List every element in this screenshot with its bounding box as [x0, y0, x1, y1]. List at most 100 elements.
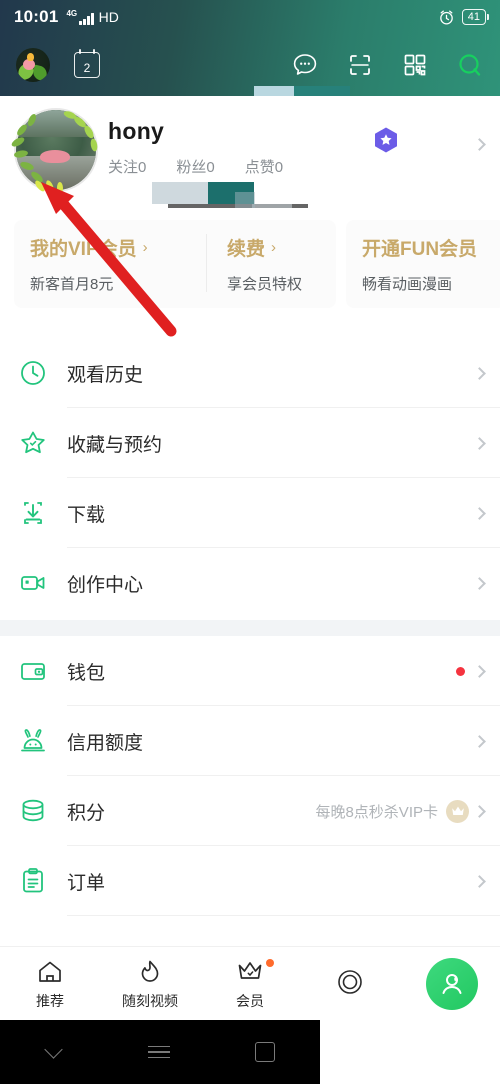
vip-card-subtitle: 畅看动画漫画 [362, 276, 453, 293]
vip-star-badge-icon[interactable] [373, 126, 399, 154]
tab-recommend[interactable]: 推荐 [0, 957, 100, 1011]
menu-group-primary: 观看历史 收藏与预约 下载 创作中心 [0, 338, 500, 618]
battery-level: 41 [461, 9, 489, 25]
menu-item-wallet[interactable]: 钱包 [0, 636, 500, 706]
menu-item-credit-limit[interactable]: 信用额度 [0, 706, 500, 776]
crown-icon [238, 961, 262, 979]
nav-back-button[interactable] [0, 1040, 106, 1059]
redaction-block [152, 182, 208, 204]
vip-cards-row: 我的VIP会员 › 新客首月8元 续费 › 享会员特权 开通FUN会员 畅看动画… [0, 208, 500, 330]
message-icon[interactable] [291, 51, 319, 79]
profile-username: hony [108, 118, 165, 144]
square-icon [255, 1042, 275, 1062]
vip-card-fun[interactable]: 开通FUN会员 畅看动画漫画 [346, 220, 500, 308]
chevron-right-icon [473, 734, 486, 748]
chevron-down-icon [43, 1040, 63, 1059]
coins-icon [22, 799, 44, 822]
network-type-label: 4G [66, 8, 78, 18]
android-nav-bar [0, 1020, 320, 1084]
menu-item-label: 收藏与预约 [67, 434, 163, 456]
hd-label: HD [98, 9, 119, 25]
vip-my-member[interactable]: 我的VIP会员 › 新客首月8元 [30, 234, 206, 308]
crown-badge-icon [446, 799, 469, 823]
tab-label: 推荐 [36, 992, 64, 1009]
status-time: 10:01 [14, 7, 59, 26]
nav-menu-button[interactable] [106, 1042, 212, 1063]
clock-icon [21, 361, 45, 385]
bottom-tab-bar: 推荐 随刻视频 会员 [0, 946, 500, 1020]
chevron-right-icon: › [142, 239, 148, 256]
menu-item-label: 订单 [67, 872, 106, 894]
profile-section[interactable]: hony 关注0 粉丝0 点赞0 [0, 96, 500, 252]
scan-icon[interactable] [346, 51, 374, 79]
tab-discover[interactable] [300, 958, 400, 1010]
menu-item-points[interactable]: 积分 每晚8点秒杀VIP卡 [0, 776, 500, 846]
tab-membership[interactable]: 会员 [200, 957, 300, 1011]
calendar-icon[interactable]: 2 [74, 49, 100, 78]
vip-renew[interactable]: 续费 › 享会员特权 [227, 234, 302, 308]
section-divider [0, 620, 500, 636]
menu-item-orders[interactable]: 订单 [0, 846, 500, 916]
menu-item-label: 下载 [67, 504, 106, 526]
vip-card-subtitle: 享会员特权 [227, 276, 303, 293]
chevron-right-icon [473, 366, 486, 380]
tab-label: 随刻视频 [122, 992, 178, 1009]
vip-card-title: 续费 [227, 239, 266, 260]
redaction-block [294, 86, 350, 96]
download-icon [24, 502, 42, 524]
profile-chevron-icon[interactable] [473, 138, 486, 151]
calendar-day-label: 2 [83, 61, 91, 75]
redaction-block [254, 86, 294, 96]
wallet-notification-dot [456, 666, 465, 676]
menu-item-label: 钱包 [67, 662, 106, 684]
profile-avatar[interactable] [14, 108, 98, 192]
menu-item-watch-history[interactable]: 观看历史 [0, 338, 500, 408]
profile-stats: 关注0 粉丝0 点赞0 [108, 156, 313, 177]
video-camera-icon [21, 576, 45, 590]
stat-fans[interactable]: 粉丝0 [176, 156, 214, 177]
chevron-right-icon [473, 436, 486, 450]
stat-likes[interactable]: 点赞0 [245, 156, 283, 177]
wallet-icon [21, 663, 45, 680]
nav-bar-filler [320, 1020, 500, 1084]
tab-label: 会员 [236, 992, 264, 1009]
menu-group-secondary: 钱包 信用额度 积分 每晚8点秒杀VIP卡 订单 [0, 636, 500, 916]
phone-screen: 10:01 4G HD 41 2 hony 关注0 粉丝0 点赞0 我的VIP会… [0, 0, 500, 1084]
chevron-right-icon [473, 664, 486, 678]
qrcode-icon[interactable] [401, 51, 429, 79]
vip-card-primary[interactable]: 我的VIP会员 › 新客首月8元 续费 › 享会员特权 [14, 220, 336, 308]
vip-card-title: 开通FUN会员 [362, 239, 478, 260]
menu-item-downloads[interactable]: 下载 [0, 478, 500, 548]
menu-item-label: 观看历史 [67, 364, 144, 386]
alarm-clock-icon [439, 9, 453, 25]
clipboard-icon [23, 868, 43, 893]
header-avatar[interactable] [16, 48, 50, 82]
menu-item-label: 创作中心 [67, 574, 144, 596]
vip-divider [206, 234, 207, 292]
chevron-right-icon [473, 576, 486, 590]
chevron-right-icon [473, 804, 486, 818]
menu-item-label: 积分 [67, 802, 106, 824]
hamburger-icon [148, 1042, 170, 1063]
menu-item-creator-center[interactable]: 创作中心 [0, 548, 500, 618]
vip-card-subtitle: 新客首月8元 [30, 276, 114, 293]
status-bar: 10:01 4G HD 41 [0, 0, 500, 34]
star-icon [21, 431, 45, 454]
vip-card-title: 我的VIP会员 [30, 239, 137, 260]
membership-notification-dot [266, 958, 274, 967]
points-promo-note: 每晚8点秒杀VIP卡 [315, 803, 438, 821]
person-leaf-icon [442, 974, 462, 994]
stat-following[interactable]: 关注0 [108, 156, 146, 177]
home-icon [39, 961, 61, 982]
profile-fab-button[interactable] [426, 958, 478, 1010]
menu-item-favorites[interactable]: 收藏与预约 [0, 408, 500, 478]
network-indicator: 4G [66, 8, 94, 25]
app-header: 10:01 4G HD 41 2 [0, 0, 500, 96]
app-toolbar: 2 [0, 34, 500, 96]
search-icon[interactable] [456, 51, 484, 79]
nav-home-button[interactable] [212, 1042, 318, 1062]
chevron-right-icon [473, 874, 486, 888]
rabbit-icon [21, 729, 45, 752]
tab-short-video[interactable]: 随刻视频 [100, 957, 200, 1011]
circle-target-icon [338, 969, 362, 994]
